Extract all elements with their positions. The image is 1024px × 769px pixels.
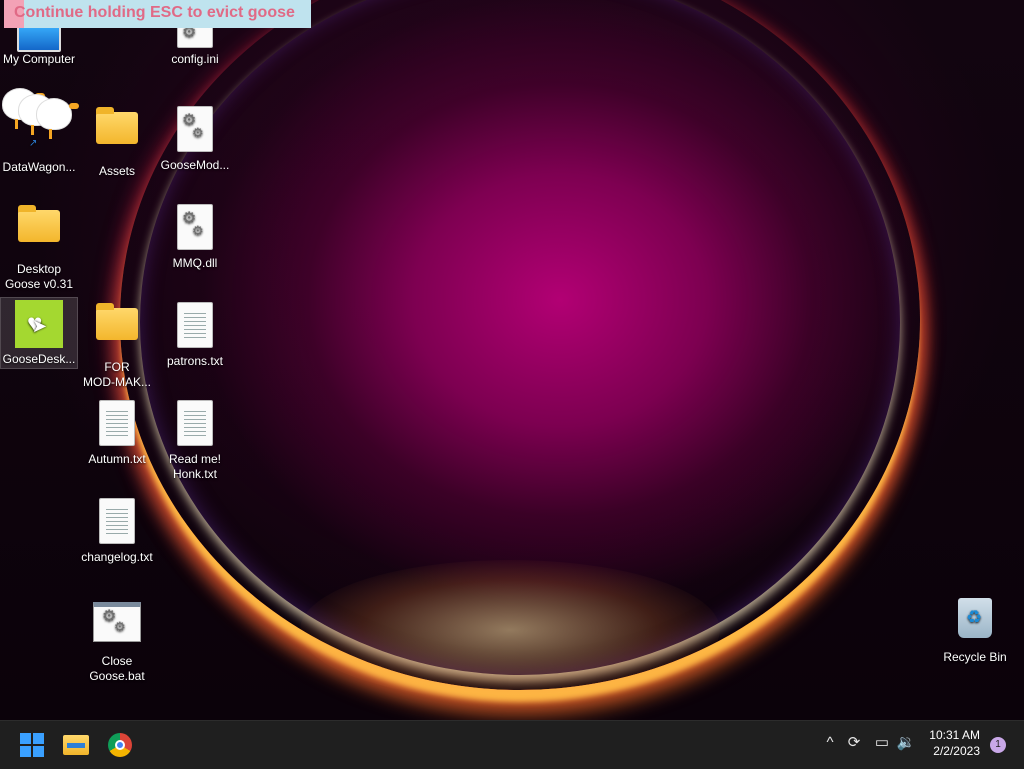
icon-label-line2: Honk.txt bbox=[172, 467, 217, 481]
mouse-cursor-icon: ➤ bbox=[32, 316, 48, 336]
banner-text: Continue holding ESC to evict goose bbox=[14, 4, 295, 21]
chrome-icon bbox=[108, 733, 132, 757]
icon-label-line1: FOR bbox=[104, 360, 130, 374]
desktop-icon-datawagon[interactable]: ↗ DataWagon... bbox=[1, 120, 77, 175]
icon-label: GooseDesk... bbox=[2, 352, 76, 366]
icon-label: config.ini bbox=[171, 52, 219, 66]
settings-file-icon: ⚙ ⚙ bbox=[177, 106, 213, 152]
desktop-icon-config-ini[interactable]: ⚙ config.ini bbox=[157, 22, 233, 67]
icon-label-line2: Goose.bat bbox=[89, 669, 145, 683]
desktop-icon-recycle-bin[interactable]: ♻ Recycle Bin bbox=[937, 594, 1013, 665]
desktop-icon-my-computer[interactable]: My Computer bbox=[1, 22, 77, 67]
taskbar-clock[interactable]: 10:31 AM 2/2/2023 bbox=[929, 727, 980, 759]
icon-label: Assets bbox=[98, 164, 135, 178]
text-file-icon bbox=[99, 498, 135, 544]
folder-icon bbox=[96, 303, 138, 340]
gear-icon: ⚙ bbox=[114, 619, 126, 634]
gear-icon: ⚙ bbox=[192, 125, 204, 140]
icon-label-line1: Desktop bbox=[16, 262, 62, 276]
desktop-icon-assets[interactable]: Assets bbox=[79, 104, 155, 179]
recycle-bin-icon: ♻ bbox=[958, 598, 992, 638]
recycle-icon: ♻ bbox=[966, 607, 983, 627]
windows-logo-icon bbox=[20, 733, 44, 757]
volume-icon[interactable]: 🔉 bbox=[895, 733, 917, 753]
icon-label: Recycle Bin bbox=[943, 650, 1007, 664]
desktop-icon-patrons-txt[interactable]: patrons.txt bbox=[157, 300, 233, 369]
desktop-icon-goosemod[interactable]: ⚙ ⚙ GooseMod... bbox=[157, 104, 233, 173]
desktop-icon-readme-honk[interactable]: Read me! Honk.txt bbox=[157, 398, 233, 482]
icon-label: My Computer bbox=[2, 52, 76, 66]
desktop-icon-changelog-txt[interactable]: changelog.txt bbox=[79, 496, 155, 565]
taskbar-file-explorer[interactable] bbox=[60, 729, 92, 761]
icon-label: changelog.txt bbox=[81, 550, 153, 564]
text-file-icon bbox=[99, 400, 135, 446]
text-file-icon bbox=[177, 302, 213, 348]
icon-label: Autumn.txt bbox=[88, 452, 146, 466]
gear-icon: ⚙ bbox=[192, 223, 204, 238]
icon-label: GooseMod... bbox=[160, 158, 230, 172]
icon-label: patrons.txt bbox=[166, 354, 224, 368]
file-explorer-icon bbox=[63, 735, 89, 755]
icon-label-line1: Close bbox=[101, 654, 133, 668]
folder-icon bbox=[18, 205, 60, 242]
notification-badge[interactable]: 1 bbox=[990, 737, 1006, 753]
network-icon[interactable]: ▭ bbox=[871, 733, 893, 753]
icon-label: DataWagon... bbox=[2, 160, 76, 174]
clock-date: 2/2/2023 bbox=[933, 744, 980, 758]
icon-label-line2: MOD-MAK... bbox=[83, 375, 151, 389]
batch-file-icon: ⚙ ⚙ bbox=[93, 602, 141, 642]
goose-evict-banner: Continue holding ESC to evict goose bbox=[4, 0, 311, 28]
icon-label-line1: Read me! bbox=[168, 452, 222, 466]
dll-file-icon: ⚙ ⚙ bbox=[177, 204, 213, 250]
show-hidden-icons-chevron-icon[interactable]: ^ bbox=[819, 733, 841, 753]
desktop-icon-autumn-txt[interactable]: Autumn.txt bbox=[79, 398, 155, 467]
icon-label: MMQ.dll bbox=[172, 256, 218, 270]
taskbar-chrome[interactable] bbox=[104, 729, 136, 761]
desktop-icon-for-modmakers[interactable]: FOR MOD-MAK... bbox=[79, 300, 155, 390]
taskbar: ^ ⟳ ▭ 🔉 10:31 AM 2/2/2023 1 bbox=[0, 720, 1024, 769]
desktop-icon-desktop-goose-folder[interactable]: Desktop Goose v0.31 bbox=[1, 202, 77, 292]
icon-label-line2: Goose v0.31 bbox=[4, 277, 74, 291]
text-file-icon bbox=[177, 400, 213, 446]
desktop-icon-close-goose-bat[interactable]: ⚙ ⚙ Close Goose.bat bbox=[79, 594, 155, 684]
shortcut-arrow-icon: ↗ bbox=[29, 138, 38, 149]
wallpaper-glow bbox=[300, 560, 720, 700]
start-button[interactable] bbox=[16, 729, 48, 761]
sync-icon[interactable]: ⟳ bbox=[843, 733, 865, 753]
folder-icon bbox=[96, 107, 138, 144]
clock-time: 10:31 AM bbox=[929, 728, 980, 742]
desktop-icon-mmq-dll[interactable]: ⚙ ⚙ MMQ.dll bbox=[157, 202, 233, 271]
